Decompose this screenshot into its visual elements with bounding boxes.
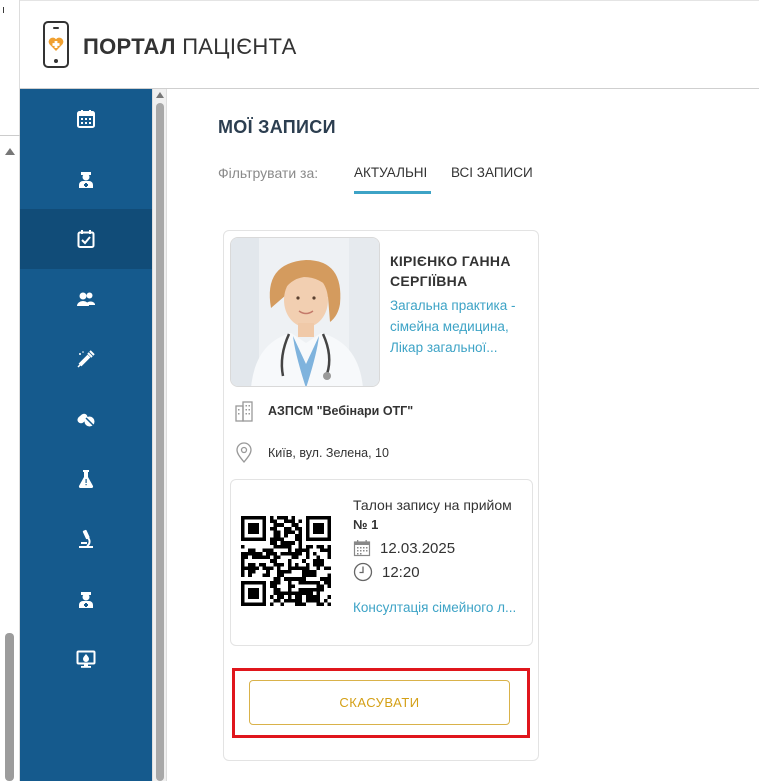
vaccine-syringe-icon: [77, 350, 95, 368]
sidebar-item-diagnostics[interactable]: [20, 509, 152, 569]
app-window: ı ПОРТАЛ ПАЦІЄНТА МОЇ ЗАПИСИ Фільтрувати…: [0, 0, 759, 781]
portal-logo-icon[interactable]: [43, 21, 69, 68]
calendar-icon: [353, 540, 371, 557]
sidebar-item-doctor-2[interactable]: [20, 569, 152, 629]
lab-flask-icon: [78, 470, 94, 488]
ticket-time: 12:20: [382, 563, 420, 581]
sidebar-scrollbar-thumb[interactable]: [156, 103, 164, 781]
sidebar-item-telemedicine[interactable]: [20, 629, 152, 689]
doctor-icon: [79, 592, 93, 608]
ticket-title: Талон запису на прийом: [353, 497, 512, 513]
clinic-row: АЗПСМ "Вебінари ОТГ": [234, 399, 413, 423]
address-row: Київ, вул. Зелена, 10: [234, 441, 389, 465]
appointment-card: КІРІЄНКО ГАННА СЕРГІЇВНА Загальна практи…: [223, 230, 539, 761]
edge-mark: ı: [2, 4, 6, 16]
active-tab-indicator: [354, 191, 431, 194]
doctor-avatar-icon: [231, 238, 379, 386]
qr-code: [241, 516, 331, 606]
sidebar-item-vaccination[interactable]: [20, 329, 152, 389]
sidebar-item-patients[interactable]: [20, 269, 152, 329]
doctor-specialty[interactable]: Загальна практика - сімейна медицина, Лі…: [390, 295, 535, 358]
heart-cross-icon: [48, 37, 64, 51]
portal-title-bold: ПОРТАЛ: [83, 34, 176, 59]
portal-title[interactable]: ПОРТАЛ ПАЦІЄНТА: [83, 34, 297, 60]
doctor-name[interactable]: КІРІЄНКО ГАННА СЕРГІЇВНА: [390, 251, 530, 291]
sidebar-item-my-appointments[interactable]: [20, 209, 152, 269]
main-content: МОЇ ЗАПИСИ Фільтрувати за: АКТУАЛЬНІ ВСІ…: [168, 90, 759, 781]
doctor-icon: [79, 172, 93, 188]
telemedicine-icon: [76, 650, 96, 668]
patients-icon: [77, 292, 95, 306]
sidebar-item-lab-tests[interactable]: [20, 449, 152, 509]
appointment-ticket: Талон запису на прийом № 1 12.03.2025 12…: [230, 479, 533, 646]
calendar-check-icon: [77, 230, 95, 248]
ticket-date: 12.03.2025: [380, 539, 456, 557]
app-header: ПОРТАЛ ПАЦІЄНТА: [20, 0, 759, 89]
phone-speaker: [53, 27, 59, 29]
filter-label: Фільтрувати за:: [218, 165, 319, 181]
portal-title-light: ПАЦІЄНТА: [182, 34, 297, 59]
cancel-appointment-button[interactable]: СКАСУВАТИ: [249, 680, 510, 725]
calendar-icon: [77, 110, 95, 128]
pills-icon: [77, 413, 95, 427]
sidebar: [20, 89, 152, 781]
microscope-icon: [79, 529, 93, 548]
sidebar-scrollbar[interactable]: [152, 89, 167, 781]
sidebar-item-calendar[interactable]: [20, 89, 152, 149]
sidebar-item-doctors[interactable]: [20, 149, 152, 209]
scroll-up-arrow-icon[interactable]: [5, 148, 15, 155]
tab-actual[interactable]: АКТУАЛЬНІ: [354, 165, 427, 180]
scroll-up-arrow-icon[interactable]: [156, 92, 164, 98]
location-pin-icon: [236, 442, 252, 464]
ticket-number: № 1: [353, 517, 379, 532]
building-icon: [235, 401, 253, 422]
divider: [0, 135, 20, 136]
ticket-date-row: 12.03.2025: [353, 538, 455, 558]
ticket-service[interactable]: Консултація сімейного л...: [353, 600, 531, 615]
left-edge-panel: ı: [0, 0, 20, 781]
sidebar-item-medicines[interactable]: [20, 389, 152, 449]
clock-icon: [353, 562, 373, 582]
page-title: МОЇ ЗАПИСИ: [218, 117, 336, 137]
doctor-photo: [230, 237, 380, 387]
clinic-name: АЗПСМ "Вебінари ОТГ": [268, 404, 414, 418]
tab-all-appointments[interactable]: ВСІ ЗАПИСИ: [451, 165, 533, 180]
clinic-address: Київ, вул. Зелена, 10: [268, 446, 389, 460]
ticket-time-row: 12:20: [353, 562, 420, 582]
scrollbar-thumb[interactable]: [5, 633, 14, 781]
phone-home-button: [54, 59, 58, 63]
